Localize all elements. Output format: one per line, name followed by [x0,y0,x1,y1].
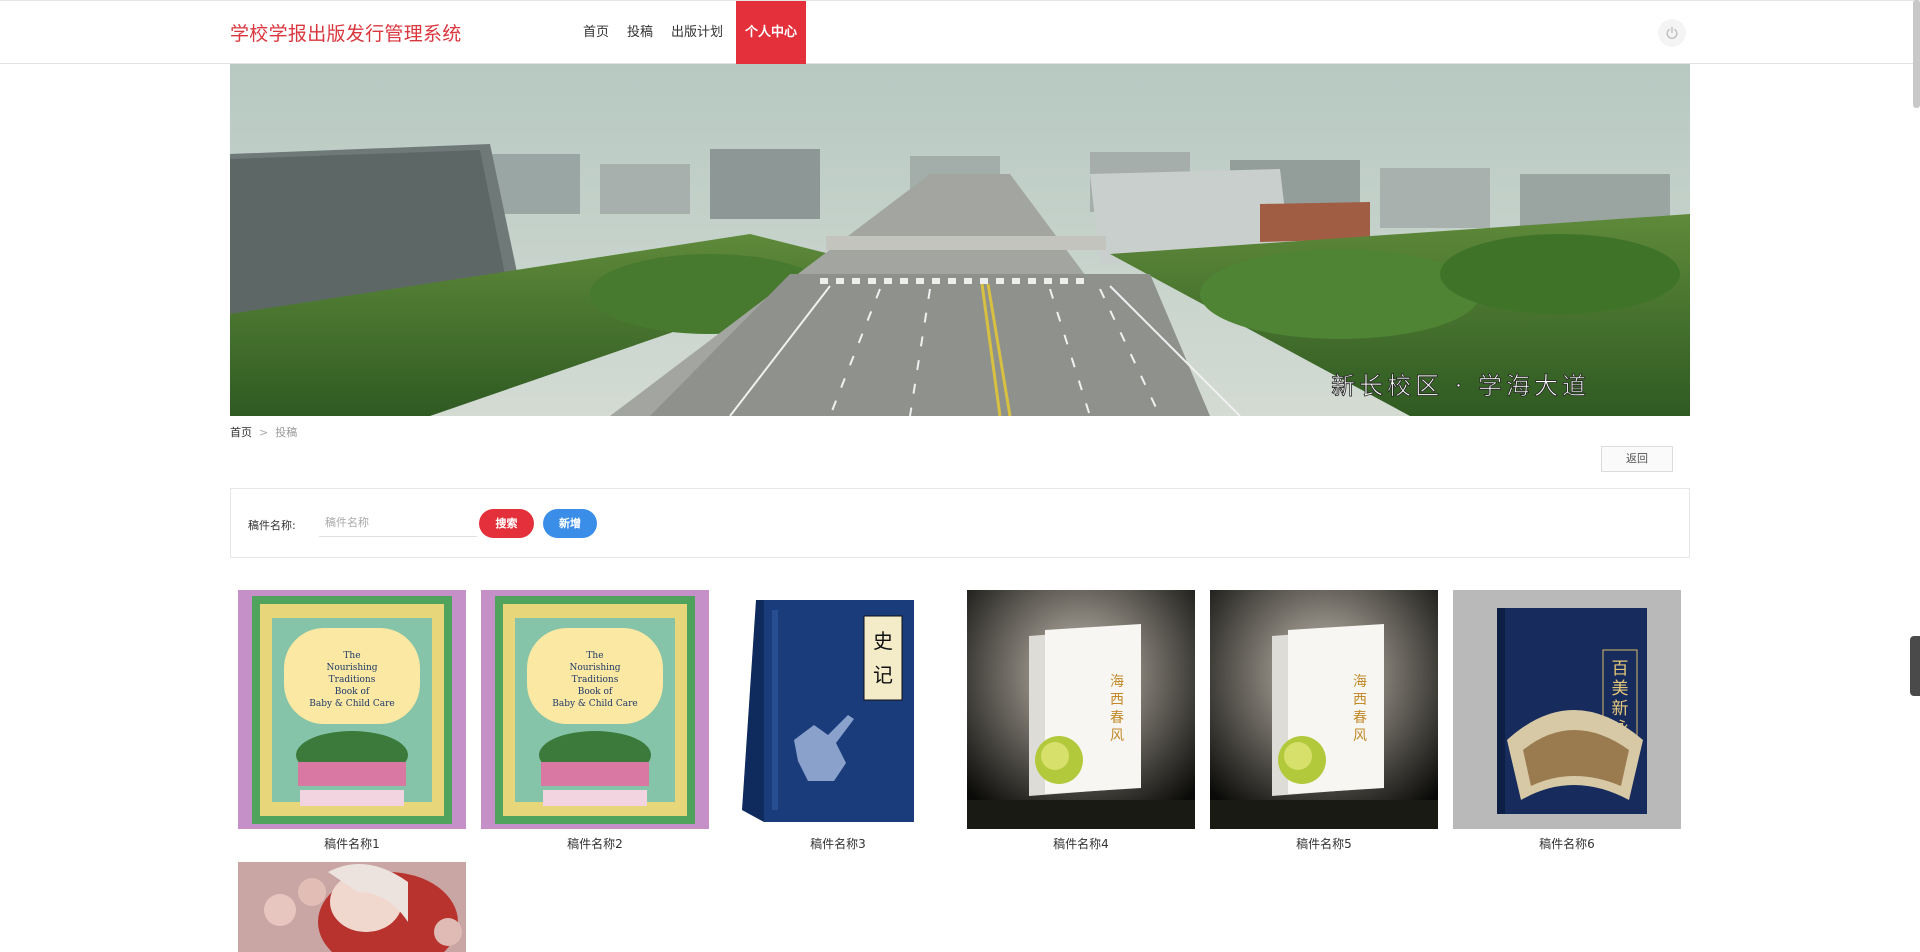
campus-banner: 新长校区 · 学海大道 [230,64,1690,416]
banner-caption: 新长校区 · 学海大道 [1331,372,1590,400]
manuscript-name: 稿件名称4 [1053,837,1109,851]
manuscript-card[interactable]: The Nourishing Traditions Book of Baby &… [238,590,466,852]
breadcrumb: 首页 > 投稿 [230,424,297,440]
svg-text:Nourishing: Nourishing [326,663,377,673]
power-icon [1666,26,1678,39]
svg-text:西: 西 [1110,692,1124,708]
svg-text:风: 风 [1110,728,1124,744]
search-panel: 稿件名称: 搜索 新增 [230,488,1690,558]
manuscript-card[interactable]: 海 西 春 风 稿件名称5 [1210,590,1438,852]
main-nav: 首页 投稿 出版计划 个人中心 [574,1,807,65]
svg-text:海: 海 [1110,674,1124,690]
svg-text:春: 春 [1353,710,1367,726]
breadcrumb-separator: > [259,426,269,439]
svg-text:记: 记 [873,663,893,687]
nav-home[interactable]: 首页 [574,1,618,65]
svg-text:西: 西 [1353,692,1367,708]
back-button[interactable]: 返回 [1601,446,1673,472]
manuscript-cover[interactable]: 海 西 春 风 [967,590,1195,829]
nav-publish-plan[interactable]: 出版计划 [662,1,732,65]
svg-text:美: 美 [1612,679,1629,699]
svg-text:Baby & Child Care: Baby & Child Care [552,699,638,709]
svg-text:The: The [343,651,360,661]
svg-text:Book of: Book of [578,687,613,697]
breadcrumb-home[interactable]: 首页 [230,426,252,439]
nav-submit[interactable]: 投稿 [618,1,662,65]
svg-text:风: 风 [1353,728,1367,744]
manuscript-card[interactable]: 海 西 春 风 稿件名称4 [967,590,1195,852]
svg-text:Nourishing: Nourishing [569,663,620,673]
search-button[interactable]: 搜索 [479,509,534,538]
svg-text:Traditions: Traditions [329,675,376,685]
manuscript-name-input[interactable] [319,509,477,537]
manuscript-name: 稿件名称6 [1539,837,1595,851]
add-button[interactable]: 新增 [543,509,597,538]
manuscript-card[interactable]: 百 美 新 咏 稿件名称6 [1453,590,1681,852]
manuscript-name: 稿件名称5 [1296,837,1352,851]
breadcrumb-current: 投稿 [275,426,298,439]
site-title[interactable]: 学校学报出版发行管理系统 [230,19,462,46]
svg-text:Book of: Book of [335,687,370,697]
svg-text:春: 春 [1110,710,1124,726]
logout-button[interactable] [1658,19,1686,47]
manuscript-cover[interactable]: 史 记 [724,590,952,829]
svg-text:新: 新 [1612,699,1629,719]
manuscript-name: 稿件名称1 [324,837,380,851]
svg-text:百: 百 [1612,659,1629,679]
manuscript-card[interactable] [238,862,466,952]
manuscript-cover[interactable] [238,862,466,952]
side-tool-widget[interactable] [1910,636,1920,696]
svg-text:Baby & Child Care: Baby & Child Care [309,699,395,709]
svg-text:海: 海 [1353,674,1367,690]
manuscript-cover[interactable]: The Nourishing Traditions Book of Baby &… [238,590,466,829]
manuscript-cover[interactable]: 海 西 春 风 [1210,590,1438,829]
manuscript-cover[interactable]: 百 美 新 咏 [1453,590,1681,829]
scrollbar-thumb[interactable] [1913,0,1920,108]
manuscript-card[interactable]: 史 记 稿件名称3 [724,590,952,852]
svg-text:The: The [586,651,603,661]
svg-text:史: 史 [873,629,893,653]
top-navbar: 学校学报出版发行管理系统 首页 投稿 出版计划 个人中心 [0,0,1920,65]
nav-personal-center[interactable]: 个人中心 [736,1,807,65]
manuscript-card[interactable]: The Nourishing Traditions Book of Baby &… [481,590,709,852]
search-label: 稿件名称: [248,519,296,532]
manuscript-cover[interactable]: The Nourishing Traditions Book of Baby &… [481,590,709,829]
manuscript-name: 稿件名称2 [567,837,623,851]
svg-text:Traditions: Traditions [572,675,619,685]
manuscript-name: 稿件名称3 [810,837,866,851]
